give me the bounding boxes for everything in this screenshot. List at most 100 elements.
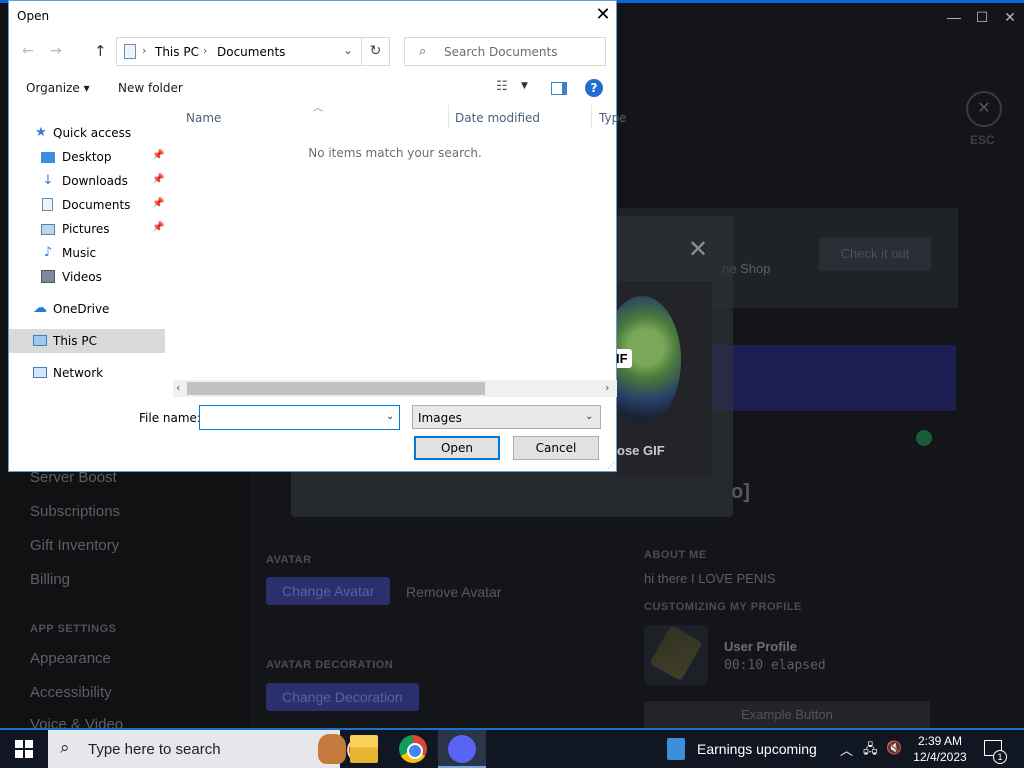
close-app-button[interactable]: ✕ [996,9,1024,26]
username-fragment: o] [731,481,750,503]
nav-label: Videos [62,270,102,284]
clock-time: 2:39 AM [917,734,963,748]
nav-item-this-pc[interactable]: This PC [9,329,165,353]
empty-results-message: No items match your search. [308,146,482,160]
file-name-dropdown-icon[interactable]: ⌄ [386,411,394,422]
pin-icon[interactable]: 📌 [152,174,164,185]
back-arrow-icon[interactable]: ← [22,43,34,59]
search-documents-input[interactable]: ⌕ Search Documents [404,37,606,66]
news-widget-icon[interactable] [667,738,685,760]
nav-item-music[interactable]: ♪ Music [9,241,165,265]
scroll-left-icon[interactable]: ‹ [176,381,180,394]
desktop-icon [41,152,55,163]
network-status-icon[interactable]: 🖧 [863,740,878,762]
nav-item-videos[interactable]: Videos [9,265,165,289]
sidebar-item-accessibility[interactable]: Accessibility [30,684,112,701]
remove-avatar-button[interactable]: Remove Avatar [406,584,501,600]
sidebar-item-subscriptions[interactable]: Subscriptions [30,503,120,520]
column-header-name[interactable]: Name [186,111,221,125]
customizing-profile-label: CUSTOMIZING MY PROFILE [644,601,802,613]
file-name-input[interactable] [199,405,400,430]
search-icon: ⌕ [60,738,70,757]
nav-label: Downloads [62,174,128,188]
sidebar-item-gift-inventory[interactable]: Gift Inventory [30,537,119,554]
up-arrow-icon[interactable]: ↑ [94,42,107,60]
nav-label: OneDrive [53,302,110,316]
file-name-label: File name: [139,411,201,425]
refresh-button[interactable]: ↻ [362,37,390,66]
esc-close-icon[interactable]: ✕ [966,91,1002,127]
discord-icon[interactable] [448,735,476,763]
pin-icon[interactable]: 📌 [152,198,164,209]
scrollbar-thumb[interactable] [187,382,485,395]
organize-button[interactable]: Organize ▾ [26,81,90,95]
pin-icon[interactable]: 📌 [152,150,164,161]
column-header-date-modified[interactable]: Date modified [455,111,540,125]
esc-label: ESC [970,133,995,147]
taskbar-clock[interactable]: 2:39 AM 12/4/2023 [905,733,975,765]
breadcrumb-separator-icon[interactable]: › [203,44,207,57]
horizontal-scrollbar[interactable]: ‹ › [173,380,617,397]
modal-close-icon[interactable]: ✕ [688,235,708,264]
check-it-out-button[interactable]: Check it out [819,237,931,271]
volume-muted-icon[interactable]: 🔇 [886,740,902,756]
address-bar[interactable]: › This PC › Documents ⌄ [116,37,362,66]
pc-icon [33,335,47,346]
windows-start-icon[interactable] [15,740,33,758]
music-icon: ♪ [43,245,53,260]
help-icon[interactable]: ? [585,79,603,97]
open-file-dialog: Open ✕ ← → ↑ › This PC › Documents ⌄ ↻ ⌕… [8,0,627,472]
news-widget-text[interactable]: Earnings upcoming [697,741,817,757]
nav-item-downloads[interactable]: ↓ Downloads 📌 [9,169,165,193]
nav-item-documents[interactable]: Documents 📌 [9,193,165,217]
show-hidden-icons-icon[interactable]: ︿ [840,740,853,759]
nav-item-pictures[interactable]: Pictures 📌 [9,217,165,241]
address-dropdown-icon[interactable]: ⌄ [343,43,353,57]
pictures-icon [41,224,55,235]
column-header-type[interactable]: Type [599,111,627,125]
search-placeholder: Search Documents [444,45,558,59]
nav-label: Pictures [62,222,110,236]
preview-pane-icon[interactable] [551,82,567,95]
nav-item-quick-access[interactable]: ★ Quick access [9,121,165,145]
dialog-close-button[interactable]: ✕ [592,4,614,26]
forward-arrow-icon[interactable]: → [50,43,62,59]
choose-gif-label: ose GIF [617,443,665,458]
elapsed-text: 00:10 elapsed [724,658,826,673]
nav-item-desktop[interactable]: Desktop 📌 [9,145,165,169]
breadcrumb-documents[interactable]: Documents [217,45,285,59]
taskbar-search-box[interactable]: ⌕ Type here to search [48,730,371,768]
sidebar-item-billing[interactable]: Billing [30,571,70,588]
file-explorer-icon[interactable] [350,735,378,763]
chrome-icon[interactable] [399,735,427,763]
document-icon [42,198,53,211]
column-divider[interactable] [591,105,592,129]
star-icon: ★ [35,125,47,140]
nav-item-network[interactable]: Network [9,361,165,385]
change-decoration-button[interactable]: Change Decoration [266,683,419,711]
scroll-right-icon[interactable]: › [605,381,609,394]
avatar-decoration-label: AVATAR DECORATION [266,659,394,671]
pin-icon[interactable]: 📌 [152,222,164,233]
change-avatar-button[interactable]: Change Avatar [266,577,391,605]
view-options-icon[interactable]: ☷ [496,79,508,94]
file-type-filter-select[interactable]: Images ⌄ [412,405,601,429]
file-type-filter-value: Images [418,411,462,425]
maximize-button[interactable]: ☐ [968,9,996,26]
cancel-button[interactable]: Cancel [513,436,599,460]
column-divider[interactable] [448,105,449,129]
example-button[interactable]: Example Button [644,701,930,729]
nav-label: Desktop [62,150,112,164]
search-highlight-gingerbread-icon[interactable] [318,734,346,764]
about-me-text: hi there I LOVE PENIS [644,571,776,586]
resize-grip-icon[interactable]: ⋰ [607,461,615,470]
user-profile-label: User Profile [724,639,797,654]
minimize-button[interactable]: — [940,9,968,25]
open-button[interactable]: Open [414,436,500,460]
breadcrumb-separator-icon[interactable]: › [142,44,146,57]
breadcrumb-this-pc[interactable]: This PC [155,45,199,59]
new-folder-button[interactable]: New folder [118,81,183,95]
sidebar-item-appearance[interactable]: Appearance [30,650,111,667]
view-dropdown-icon[interactable]: ▼ [521,81,528,91]
nav-item-onedrive[interactable]: ☁ OneDrive [9,297,165,321]
